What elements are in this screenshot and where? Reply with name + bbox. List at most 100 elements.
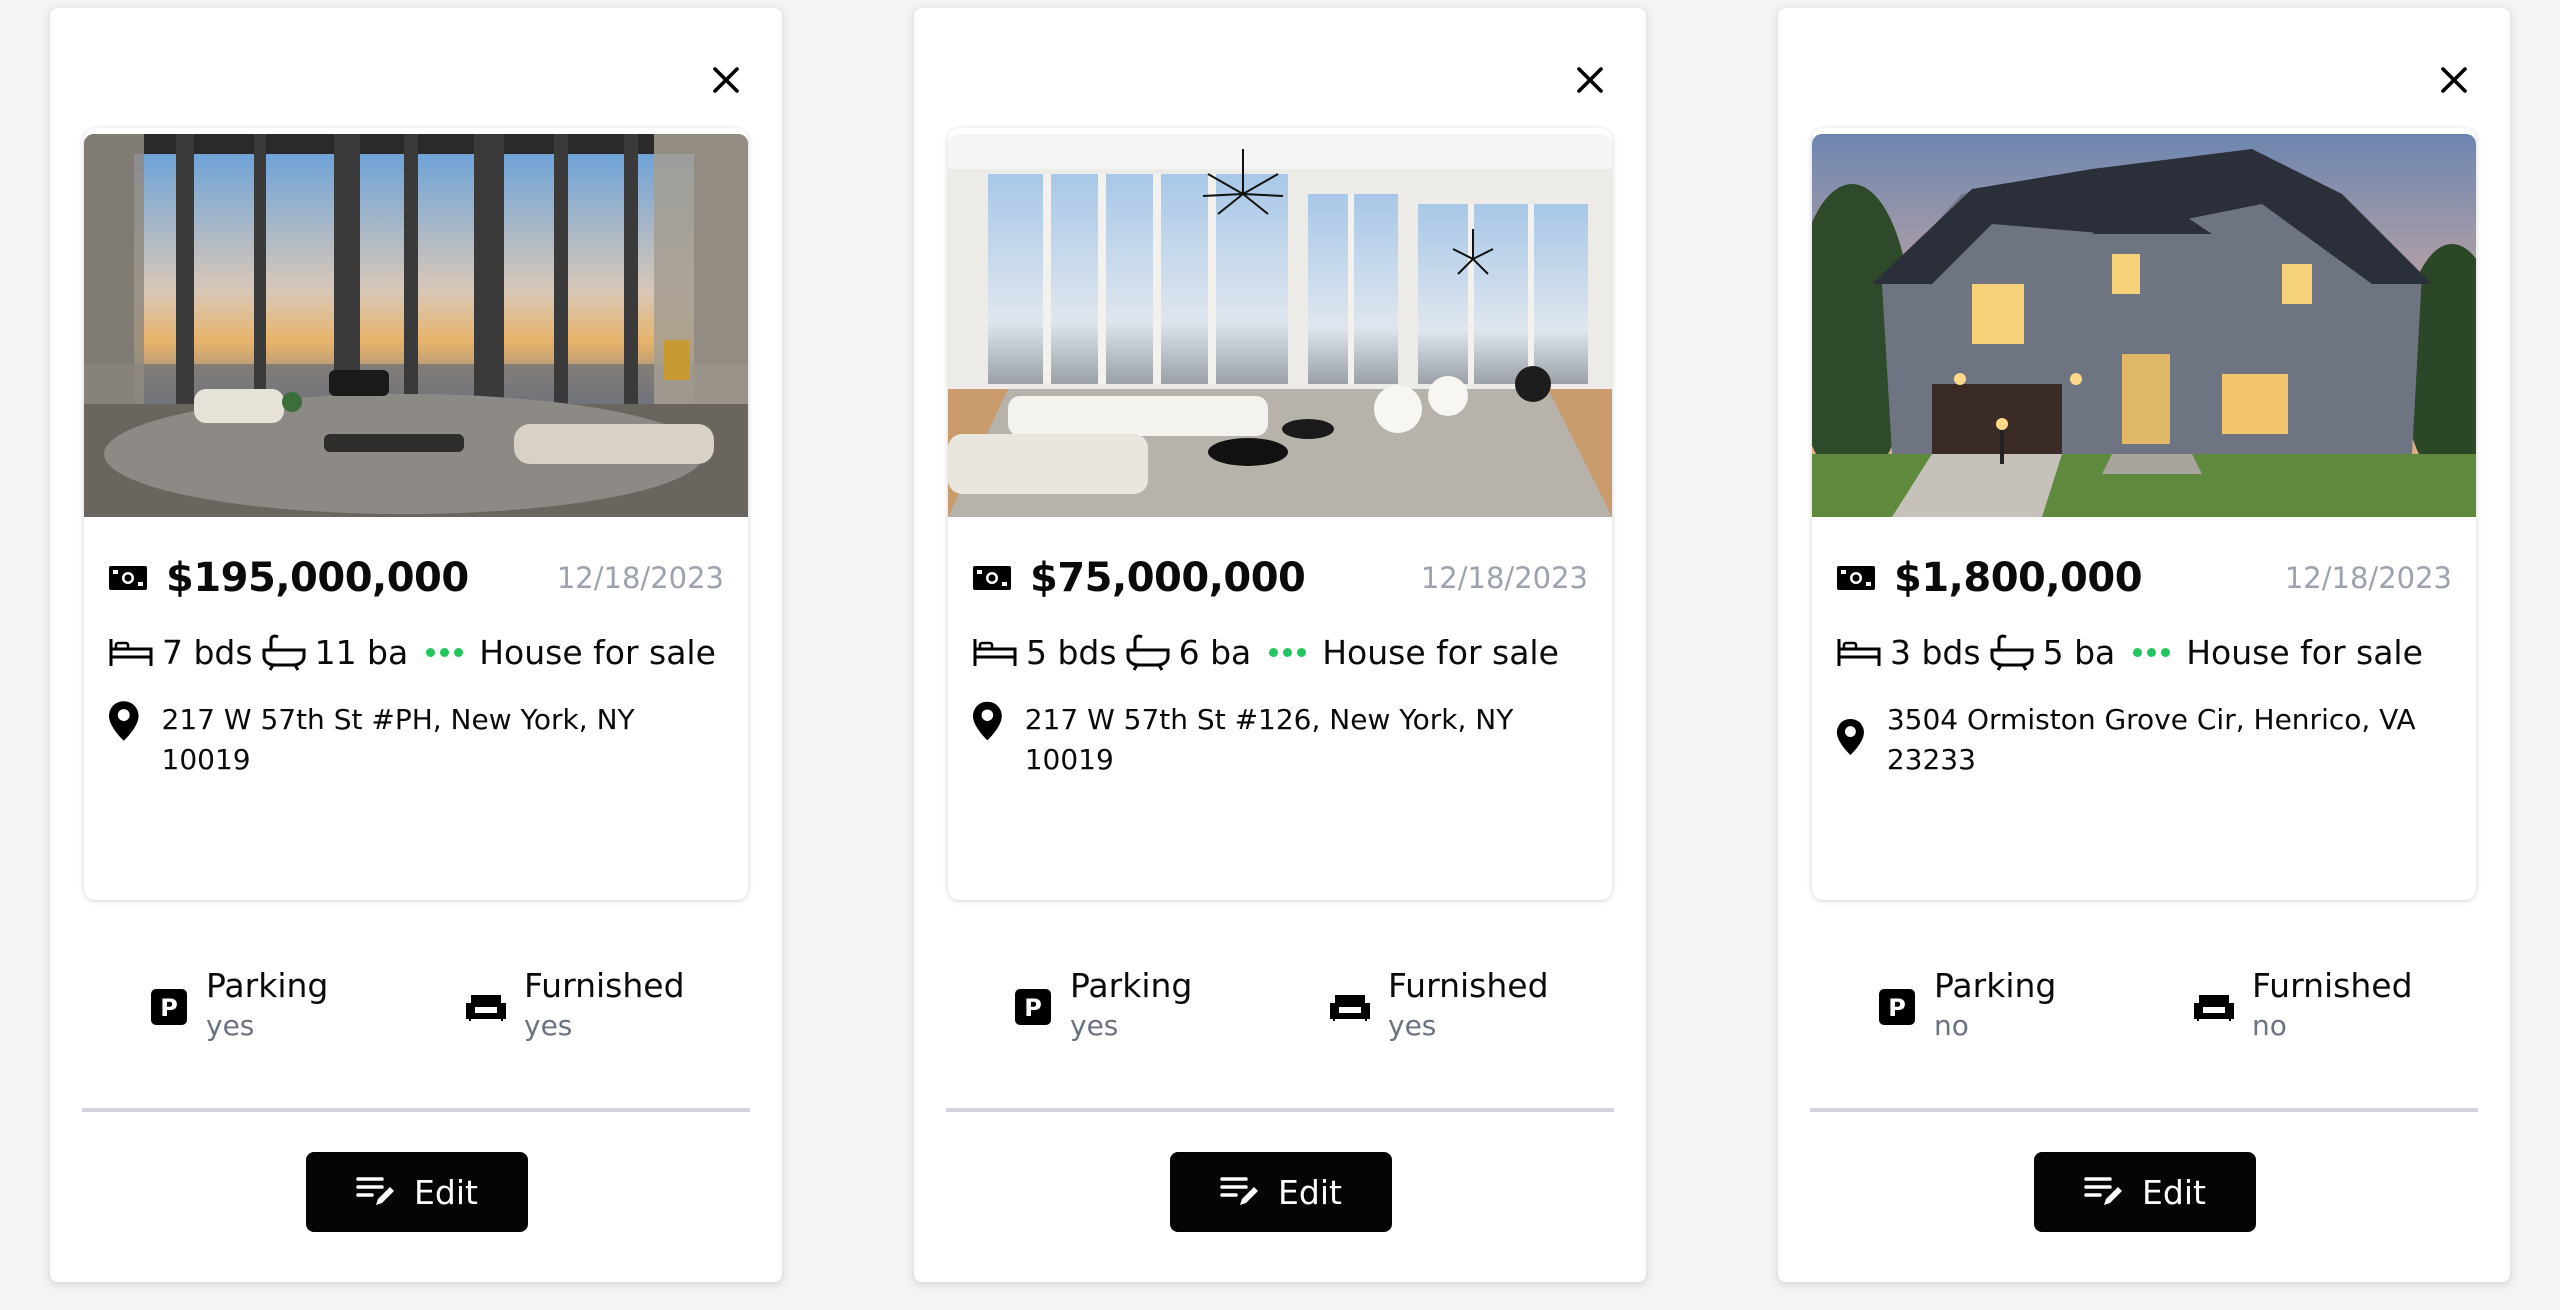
furnished-attr: Furnished no (2194, 966, 2413, 1046)
address-row: 217 W 57th St #PH, New York, NY 10019 (108, 700, 724, 780)
divider (1810, 1108, 2478, 1112)
facts-row: 5 bds 6 ba House for sale (972, 626, 1612, 678)
edit-button-label: Edit (1278, 1172, 1342, 1212)
address: 217 W 57th St #PH, New York, NY 10019 (161, 703, 635, 776)
address: 3504 Ormiston Grove Cir, Henrico, VA 232… (1886, 703, 2416, 776)
listing-status: House for sale (1322, 632, 1559, 672)
parking-label: Parking (206, 966, 329, 1005)
divider (82, 1108, 750, 1112)
listing-date: 12/18/2023 (556, 561, 724, 595)
edit-button-label: Edit (2142, 1172, 2206, 1212)
close-icon (2441, 67, 2467, 93)
bed-count: 3 bds (1890, 632, 1981, 672)
banknote-icon (973, 566, 1011, 590)
address-row: 217 W 57th St #126, New York, NY 10019 (972, 700, 1588, 780)
listing-date: 12/18/2023 (1420, 561, 1588, 595)
svg-text:P: P (1888, 994, 1906, 1022)
furnished-value: yes (1388, 1009, 1437, 1042)
price: $195,000,000 (166, 555, 469, 601)
bed-icon (973, 639, 1017, 666)
banknote-icon (1837, 566, 1875, 590)
parking-icon: P (1015, 989, 1051, 1025)
furnished-label: Furnished (524, 966, 685, 1005)
parking-icon: P (1879, 989, 1915, 1025)
listing-panel: $1,800,000 12/18/2023 3 bds 5 ba House f… (1778, 8, 2510, 1282)
edit-icon (2084, 1177, 2123, 1205)
close-button[interactable] (2434, 60, 2474, 100)
svg-text:P: P (160, 994, 178, 1022)
map-pin-icon (108, 701, 139, 741)
facts-row: 3 bds 5 ba House for sale (1836, 626, 2476, 678)
parking-label: Parking (1934, 966, 2057, 1005)
address: 217 W 57th St #126, New York, NY 10019 (1024, 703, 1514, 776)
listing-photo[interactable] (948, 134, 1612, 517)
penthouse-photo (84, 134, 748, 517)
price: $1,800,000 (1894, 555, 2143, 601)
sofa-icon (1330, 995, 1370, 1021)
parking-value: yes (1070, 1009, 1119, 1042)
svg-text:P: P (1024, 994, 1042, 1022)
status-dots-icon (1269, 647, 1307, 657)
parking-label: Parking (1070, 966, 1193, 1005)
map-pin-icon (972, 701, 1002, 741)
listing-photo[interactable] (1812, 134, 2476, 517)
parking-attr: P Parking no (1878, 966, 2056, 1046)
bed-count: 7 bds (162, 632, 253, 672)
close-button[interactable] (706, 60, 746, 100)
listing-panel: $195,000,000 12/18/2023 7 bds 11 ba Hous… (50, 8, 782, 1282)
listing-cards: $195,000,000 12/18/2023 7 bds 11 ba Hous… (0, 0, 2560, 1310)
edit-icon (356, 1177, 395, 1205)
banknote-icon (109, 566, 147, 590)
sofa-icon (2194, 995, 2234, 1021)
listing-panel: $75,000,000 12/18/2023 5 bds 6 ba House … (914, 8, 1646, 1282)
edit-button[interactable]: Edit (1170, 1152, 1392, 1232)
bath-count: 5 ba (2042, 632, 2116, 672)
parking-value: no (1934, 1009, 1969, 1042)
house-photo (1812, 134, 2476, 517)
edit-button[interactable]: Edit (2034, 1152, 2256, 1232)
address-row: 3504 Ormiston Grove Cir, Henrico, VA 232… (1836, 700, 2452, 780)
close-icon (1577, 67, 1603, 93)
bed-icon (109, 639, 153, 666)
bath-count: 11 ba (314, 632, 409, 672)
bed-count: 5 bds (1026, 632, 1117, 672)
attributes: P Parking yes Furnished yes (914, 966, 1646, 1056)
listing-status: House for sale (2186, 632, 2423, 672)
bathtub-icon (1990, 634, 2034, 671)
price-row: $75,000,000 12/18/2023 (972, 548, 1588, 608)
listing-status: House for sale (479, 632, 716, 672)
edit-button[interactable]: Edit (306, 1152, 528, 1232)
close-button[interactable] (1570, 60, 1610, 100)
furnished-label: Furnished (1388, 966, 1549, 1005)
attributes: P Parking no Furnished no (1778, 966, 2510, 1056)
attributes: P Parking yes Furnished yes (50, 966, 782, 1056)
furnished-attr: Furnished yes (466, 966, 685, 1046)
living-room-photo (948, 134, 1612, 517)
price: $75,000,000 (1030, 555, 1306, 601)
edit-button-label: Edit (414, 1172, 478, 1212)
status-dots-icon (426, 647, 464, 657)
map-pin-icon (1836, 718, 1864, 756)
edit-icon (1220, 1177, 1259, 1205)
divider (946, 1108, 1614, 1112)
furnished-value: yes (524, 1009, 573, 1042)
parking-icon: P (151, 989, 187, 1025)
parking-attr: P Parking yes (150, 966, 328, 1046)
sofa-icon (466, 995, 506, 1021)
bathtub-icon (1126, 634, 1170, 671)
listing-date: 12/18/2023 (2284, 561, 2452, 595)
price-row: $195,000,000 12/18/2023 (108, 548, 724, 608)
furnished-label: Furnished (2252, 966, 2413, 1005)
facts-row: 7 bds 11 ba House for sale (108, 626, 748, 678)
price-row: $1,800,000 12/18/2023 (1836, 548, 2452, 608)
bathtub-icon (262, 634, 306, 671)
parking-attr: P Parking yes (1014, 966, 1192, 1046)
close-icon (713, 67, 739, 93)
listing-card[interactable]: $75,000,000 12/18/2023 5 bds 6 ba House … (948, 128, 1612, 900)
listing-card[interactable]: $195,000,000 12/18/2023 7 bds 11 ba Hous… (84, 128, 748, 900)
bath-count: 6 ba (1178, 632, 1252, 672)
status-dots-icon (2133, 647, 2171, 657)
bed-icon (1837, 639, 1881, 666)
listing-photo[interactable] (84, 134, 748, 517)
listing-card[interactable]: $1,800,000 12/18/2023 3 bds 5 ba House f… (1812, 128, 2476, 900)
